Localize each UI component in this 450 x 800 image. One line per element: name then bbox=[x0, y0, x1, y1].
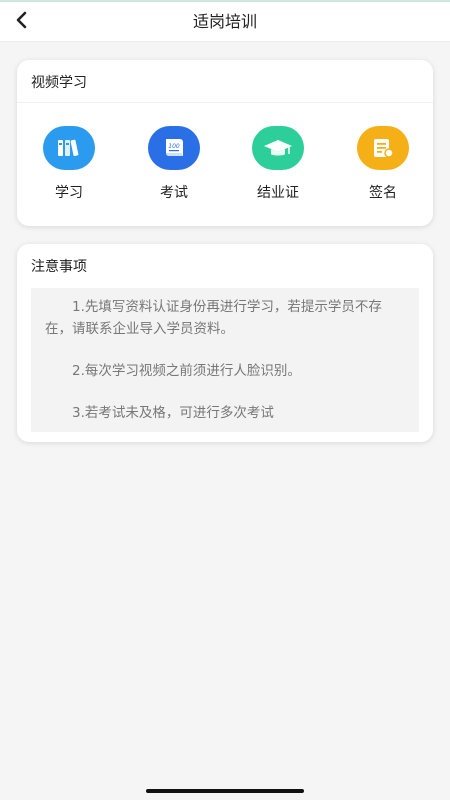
divider bbox=[17, 102, 433, 103]
page-title: 适岗培训 bbox=[192, 12, 257, 31]
top-bar: 适岗培训 bbox=[0, 0, 450, 42]
exam-paper-icon: 100 bbox=[148, 126, 200, 170]
certificate-label: 结业证 bbox=[257, 185, 299, 201]
note-item: 1.先填写资料认证身份再进行学习，若提示学员不存在，请联系企业导入学员资料。 bbox=[45, 299, 382, 337]
notes-card: 注意事项 1.先填写资料认证身份再进行学习，若提示学员不存在，请联系企业导入学员… bbox=[17, 244, 433, 442]
books-icon bbox=[43, 126, 95, 170]
sign-label: 签名 bbox=[369, 185, 397, 201]
sign-button[interactable]: 签名 bbox=[343, 126, 423, 202]
certificate-sign-icon bbox=[357, 126, 409, 170]
exam-label: 考试 bbox=[160, 185, 188, 201]
certificate-button[interactable]: 结业证 bbox=[238, 126, 318, 202]
video-learning-title: 视频学习 bbox=[31, 75, 87, 91]
home-indicator[interactable] bbox=[146, 789, 304, 793]
svg-text:100: 100 bbox=[168, 143, 180, 150]
notes-box: 1.先填写资料认证身份再进行学习，若提示学员不存在，请联系企业导入学员资料。 2… bbox=[31, 288, 419, 432]
note-item: 2.每次学习视频之前须进行人脸识别。 bbox=[72, 363, 301, 379]
study-label: 学习 bbox=[55, 185, 83, 201]
notes-title: 注意事项 bbox=[31, 259, 87, 275]
video-learning-card: 视频学习 学习 100 考试 结业证 签名 bbox=[17, 60, 433, 226]
exam-button[interactable]: 100 考试 bbox=[134, 126, 214, 202]
graduation-cap-icon bbox=[252, 126, 304, 170]
note-item: 3.若考试未及格，可进行多次考试 bbox=[72, 405, 274, 421]
study-button[interactable]: 学习 bbox=[29, 126, 109, 202]
